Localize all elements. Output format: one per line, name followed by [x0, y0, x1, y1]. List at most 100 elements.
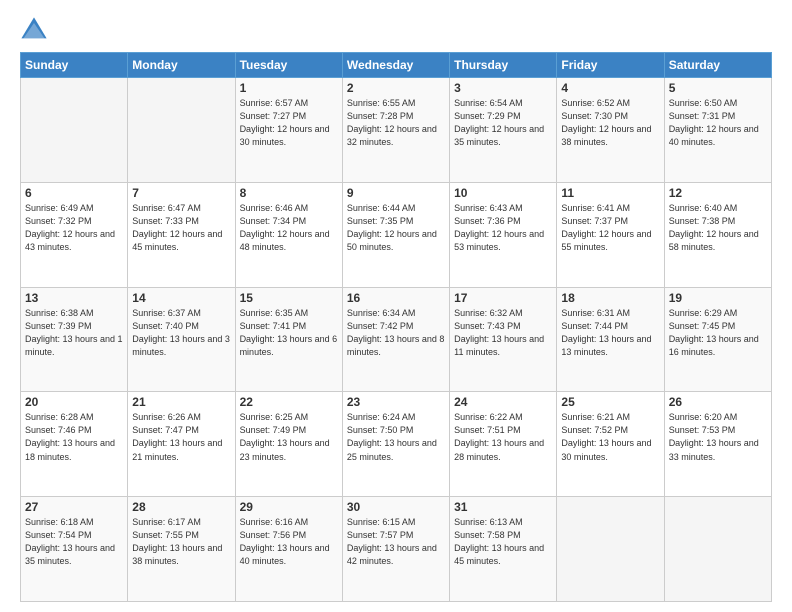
calendar-table: SundayMondayTuesdayWednesdayThursdayFrid…: [20, 52, 772, 602]
day-number: 19: [669, 291, 767, 305]
calendar-cell: 10 Sunrise: 6:43 AMSunset: 7:36 PMDayligh…: [450, 182, 557, 287]
day-number: 25: [561, 395, 659, 409]
day-info: Sunrise: 6:26 AMSunset: 7:47 PMDaylight:…: [132, 411, 230, 463]
day-number: 30: [347, 500, 445, 514]
calendar-cell: 30 Sunrise: 6:15 AMSunset: 7:57 PMDayligh…: [342, 497, 449, 602]
page: SundayMondayTuesdayWednesdayThursdayFrid…: [0, 0, 792, 612]
calendar-cell: 4Sunrise: 6:52 AMSunset: 7:30 PMDaylight…: [557, 78, 664, 183]
week-row-5: 27 Sunrise: 6:18 AMSunset: 7:54 PMDayligh…: [21, 497, 772, 602]
day-number: 26: [669, 395, 767, 409]
calendar-cell: 28 Sunrise: 6:17 AMSunset: 7:55 PMDayligh…: [128, 497, 235, 602]
day-info: Sunrise: 6:16 AMSunset: 7:56 PMDaylight:…: [240, 516, 338, 568]
calendar-cell: 9Sunrise: 6:44 AMSunset: 7:35 PMDaylight…: [342, 182, 449, 287]
calendar-cell: 3Sunrise: 6:54 AMSunset: 7:29 PMDaylight…: [450, 78, 557, 183]
day-info: Sunrise: 6:43 AMSunset: 7:36 PMDaylight:…: [454, 202, 552, 254]
day-number: 6: [25, 186, 123, 200]
day-info: Sunrise: 6:31 AMSunset: 7:44 PMDaylight:…: [561, 307, 659, 359]
logo-icon: [20, 16, 48, 44]
day-number: 7: [132, 186, 230, 200]
calendar-cell: 24 Sunrise: 6:22 AMSunset: 7:51 PMDayligh…: [450, 392, 557, 497]
day-header-tuesday: Tuesday: [235, 53, 342, 78]
calendar-cell: 29Sunrise: 6:16 AMSunset: 7:56 PMDayligh…: [235, 497, 342, 602]
calendar-cell: 31 Sunrise: 6:13 AMSunset: 7:58 PMDayligh…: [450, 497, 557, 602]
day-info: Sunrise: 6:17 AMSunset: 7:55 PMDaylight:…: [132, 516, 230, 568]
calendar-cell: 21 Sunrise: 6:26 AMSunset: 7:47 PMDayligh…: [128, 392, 235, 497]
calendar-cell: 7 Sunrise: 6:47 AMSunset: 7:33 PMDaylight…: [128, 182, 235, 287]
calendar-cell: 12 Sunrise: 6:40 AMSunset: 7:38 PMDayligh…: [664, 182, 771, 287]
day-header-thursday: Thursday: [450, 53, 557, 78]
day-info: Sunrise: 6:24 AMSunset: 7:50 PMDaylight:…: [347, 411, 445, 463]
calendar-cell: 1Sunrise: 6:57 AMSunset: 7:27 PMDaylight…: [235, 78, 342, 183]
day-number: 27: [25, 500, 123, 514]
calendar-cell: 25 Sunrise: 6:21 AMSunset: 7:52 PMDayligh…: [557, 392, 664, 497]
day-number: 14: [132, 291, 230, 305]
day-number: 21: [132, 395, 230, 409]
calendar-cell: 15Sunrise: 6:35 AMSunset: 7:41 PMDayligh…: [235, 287, 342, 392]
header-row: SundayMondayTuesdayWednesdayThursdayFrid…: [21, 53, 772, 78]
day-number: 13: [25, 291, 123, 305]
day-number: 24: [454, 395, 552, 409]
calendar-cell: 13 Sunrise: 6:38 AMSunset: 7:39 PMDayligh…: [21, 287, 128, 392]
calendar-cell: 6 Sunrise: 6:49 AMSunset: 7:32 PMDaylight…: [21, 182, 128, 287]
calendar-cell: [128, 78, 235, 183]
calendar-cell: 26 Sunrise: 6:20 AMSunset: 7:53 PMDayligh…: [664, 392, 771, 497]
day-number: 5: [669, 81, 767, 95]
day-info: Sunrise: 6:25 AMSunset: 7:49 PMDaylight:…: [240, 411, 338, 463]
calendar-cell: 14 Sunrise: 6:37 AMSunset: 7:40 PMDayligh…: [128, 287, 235, 392]
header: [20, 16, 772, 44]
day-info: Sunrise: 6:22 AMSunset: 7:51 PMDaylight:…: [454, 411, 552, 463]
calendar-cell: 20 Sunrise: 6:28 AMSunset: 7:46 PMDayligh…: [21, 392, 128, 497]
day-info: Sunrise: 6:38 AMSunset: 7:39 PMDaylight:…: [25, 307, 123, 359]
day-header-sunday: Sunday: [21, 53, 128, 78]
logo-area: [20, 16, 50, 44]
day-number: 17: [454, 291, 552, 305]
day-info: Sunrise: 6:52 AMSunset: 7:30 PMDaylight:…: [561, 97, 659, 149]
day-header-wednesday: Wednesday: [342, 53, 449, 78]
day-number: 16: [347, 291, 445, 305]
calendar-cell: 18 Sunrise: 6:31 AMSunset: 7:44 PMDayligh…: [557, 287, 664, 392]
day-info: Sunrise: 6:41 AMSunset: 7:37 PMDaylight:…: [561, 202, 659, 254]
calendar-cell: 2Sunrise: 6:55 AMSunset: 7:28 PMDaylight…: [342, 78, 449, 183]
calendar-cell: 8Sunrise: 6:46 AMSunset: 7:34 PMDaylight…: [235, 182, 342, 287]
day-header-friday: Friday: [557, 53, 664, 78]
day-number: 28: [132, 500, 230, 514]
day-number: 1: [240, 81, 338, 95]
day-number: 18: [561, 291, 659, 305]
week-row-1: 1Sunrise: 6:57 AMSunset: 7:27 PMDaylight…: [21, 78, 772, 183]
day-info: Sunrise: 6:37 AMSunset: 7:40 PMDaylight:…: [132, 307, 230, 359]
calendar-cell: 17 Sunrise: 6:32 AMSunset: 7:43 PMDayligh…: [450, 287, 557, 392]
calendar-cell: 19Sunrise: 6:29 AMSunset: 7:45 PMDayligh…: [664, 287, 771, 392]
calendar-cell: 16Sunrise: 6:34 AMSunset: 7:42 PMDayligh…: [342, 287, 449, 392]
day-info: Sunrise: 6:20 AMSunset: 7:53 PMDaylight:…: [669, 411, 767, 463]
day-info: Sunrise: 6:21 AMSunset: 7:52 PMDaylight:…: [561, 411, 659, 463]
day-info: Sunrise: 6:28 AMSunset: 7:46 PMDaylight:…: [25, 411, 123, 463]
day-info: Sunrise: 6:15 AMSunset: 7:57 PMDaylight:…: [347, 516, 445, 568]
day-number: 20: [25, 395, 123, 409]
day-info: Sunrise: 6:54 AMSunset: 7:29 PMDaylight:…: [454, 97, 552, 149]
day-info: Sunrise: 6:47 AMSunset: 7:33 PMDaylight:…: [132, 202, 230, 254]
week-row-2: 6 Sunrise: 6:49 AMSunset: 7:32 PMDaylight…: [21, 182, 772, 287]
day-info: Sunrise: 6:49 AMSunset: 7:32 PMDaylight:…: [25, 202, 123, 254]
day-number: 11: [561, 186, 659, 200]
day-number: 10: [454, 186, 552, 200]
day-number: 31: [454, 500, 552, 514]
calendar-cell: [557, 497, 664, 602]
day-number: 8: [240, 186, 338, 200]
calendar-body: 1Sunrise: 6:57 AMSunset: 7:27 PMDaylight…: [21, 78, 772, 602]
day-info: Sunrise: 6:40 AMSunset: 7:38 PMDaylight:…: [669, 202, 767, 254]
day-number: 12: [669, 186, 767, 200]
day-header-monday: Monday: [128, 53, 235, 78]
day-number: 22: [240, 395, 338, 409]
day-info: Sunrise: 6:32 AMSunset: 7:43 PMDaylight:…: [454, 307, 552, 359]
calendar-cell: 5Sunrise: 6:50 AMSunset: 7:31 PMDaylight…: [664, 78, 771, 183]
day-number: 23: [347, 395, 445, 409]
calendar-header: SundayMondayTuesdayWednesdayThursdayFrid…: [21, 53, 772, 78]
day-header-saturday: Saturday: [664, 53, 771, 78]
day-info: Sunrise: 6:13 AMSunset: 7:58 PMDaylight:…: [454, 516, 552, 568]
calendar-cell: 23 Sunrise: 6:24 AMSunset: 7:50 PMDayligh…: [342, 392, 449, 497]
calendar-cell: [664, 497, 771, 602]
day-info: Sunrise: 6:18 AMSunset: 7:54 PMDaylight:…: [25, 516, 123, 568]
calendar-cell: 27 Sunrise: 6:18 AMSunset: 7:54 PMDayligh…: [21, 497, 128, 602]
week-row-3: 13 Sunrise: 6:38 AMSunset: 7:39 PMDayligh…: [21, 287, 772, 392]
calendar-cell: [21, 78, 128, 183]
